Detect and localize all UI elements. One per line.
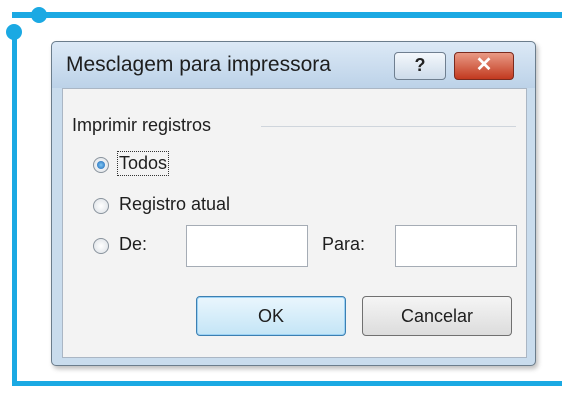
radio-button[interactable] [93, 238, 109, 254]
dialog-body: Imprimir registros Todos Registro atual … [62, 88, 527, 358]
radio-label[interactable]: Todos [116, 151, 170, 176]
radio-label[interactable]: De: [119, 234, 147, 255]
radio-button[interactable] [93, 157, 109, 173]
group-divider [261, 126, 516, 127]
ok-button[interactable]: OK [196, 296, 346, 336]
dialog-titlebar: Mesclagem para impressora ? ✕ [52, 42, 535, 88]
decorative-frame-top [12, 12, 562, 18]
help-icon: ? [414, 55, 426, 75]
decorative-frame-left [12, 30, 17, 385]
mail-merge-dialog: Mesclagem para impressora ? ✕ Imprimir r… [51, 41, 536, 366]
dialog-title: Mesclagem para impressora [66, 53, 331, 76]
decorative-dot [31, 7, 47, 23]
radio-button[interactable] [93, 198, 109, 214]
group-label: Imprimir registros [72, 115, 212, 135]
to-field[interactable] [395, 225, 517, 267]
close-icon: ✕ [475, 54, 493, 76]
decorative-frame-bottom [12, 381, 562, 386]
decorative-dot [6, 24, 22, 40]
close-button[interactable]: ✕ [454, 52, 514, 80]
help-button[interactable]: ? [394, 52, 446, 80]
to-label: Para: [322, 234, 366, 254]
from-field[interactable] [186, 225, 308, 267]
radio-label[interactable]: Registro atual [119, 194, 230, 215]
cancel-button[interactable]: Cancelar [362, 296, 512, 336]
